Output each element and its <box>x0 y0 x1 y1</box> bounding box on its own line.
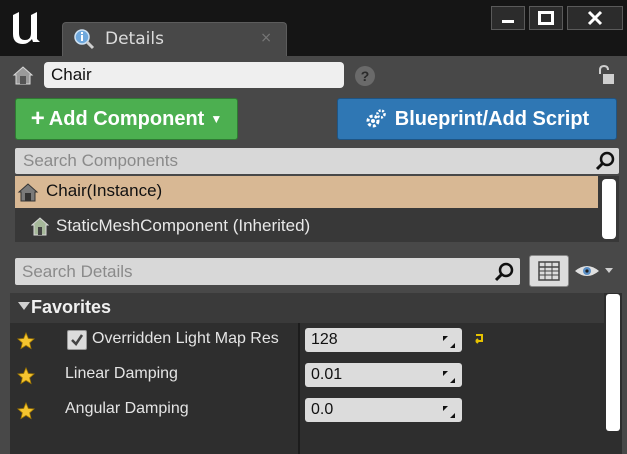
property-label: Overridden Light Map Res <box>92 330 279 347</box>
details-search-input[interactable]: Search Details <box>15 258 520 285</box>
expand-arrow-icon[interactable] <box>18 302 30 310</box>
component-label: StaticMeshComponent (Inherited) <box>56 216 311 235</box>
component-tree-scrollbar[interactable] <box>602 179 616 239</box>
property-value-field[interactable]: 0.01 <box>305 363 462 387</box>
favorite-star-icon[interactable] <box>17 366 35 385</box>
component-label: Chair(Instance) <box>46 181 163 200</box>
component-item-chair-instance[interactable]: Chair(Instance) <box>15 176 598 208</box>
property-label: Angular Damping <box>65 400 189 417</box>
static-mesh-icon <box>30 216 50 236</box>
lock-icon[interactable] <box>596 64 616 86</box>
category-favorites[interactable]: Favorites <box>10 293 604 323</box>
close-icon <box>587 10 603 26</box>
unreal-logo-icon <box>8 8 44 48</box>
chevron-down-icon: ▼ <box>210 112 223 126</box>
help-icon[interactable]: ? <box>355 66 375 86</box>
property-value-field[interactable]: 0.0 <box>305 398 462 422</box>
details-info-icon <box>73 28 95 50</box>
drag-resize-icon[interactable] <box>442 403 456 418</box>
property-row: Linear Damping 0.01 <box>10 359 604 394</box>
property-value: 128 <box>311 331 338 348</box>
actor-icon <box>12 64 34 86</box>
drag-resize-icon[interactable] <box>442 368 456 383</box>
details-search-placeholder: Search Details <box>22 262 133 281</box>
maximize-icon <box>538 11 554 25</box>
plus-icon: + <box>30 105 45 132</box>
blueprint-label: Blueprint/Add Script <box>394 107 590 130</box>
actor-icon <box>17 181 39 203</box>
reset-to-default-icon[interactable] <box>473 331 487 345</box>
title-bar: Details × <box>0 0 627 56</box>
add-component-button[interactable]: + Add Component ▼ <box>15 98 238 140</box>
search-icon[interactable] <box>494 261 516 283</box>
component-item-static-mesh[interactable]: StaticMeshComponent (Inherited) <box>15 210 598 242</box>
property-matrix-button[interactable] <box>529 255 569 287</box>
minimize-button[interactable] <box>491 6 525 30</box>
maximize-button[interactable] <box>529 6 563 30</box>
actor-name-field[interactable]: Chair <box>44 62 344 88</box>
drag-resize-icon[interactable] <box>442 333 456 348</box>
property-value: 0.0 <box>311 401 334 418</box>
tab-close-icon[interactable]: × <box>260 30 272 46</box>
property-value-field[interactable]: 128 <box>305 328 462 352</box>
close-button[interactable] <box>567 6 623 30</box>
details-tab[interactable]: Details × <box>62 22 287 56</box>
add-component-label: Add Component <box>48 107 205 130</box>
details-scrollbar[interactable] <box>606 294 620 431</box>
details-view: Favorites Overridden Light Map Res 128 L… <box>10 293 622 454</box>
override-checkbox[interactable] <box>67 330 87 350</box>
property-label: Linear Damping <box>65 365 178 382</box>
grid-icon <box>538 261 560 281</box>
gear-icon <box>365 108 387 130</box>
component-search-input[interactable]: Search Components <box>15 148 619 174</box>
component-buttons-row: + Add Component ▼ Blueprint/Add Script <box>0 96 627 146</box>
window-controls <box>491 6 623 30</box>
tab-title: Details <box>105 29 164 49</box>
property-row: Angular Damping 0.0 <box>10 394 604 429</box>
checkmark-icon <box>71 334 84 346</box>
category-label: Favorites <box>31 297 112 317</box>
component-search-placeholder: Search Components <box>23 151 178 170</box>
actor-name-row: Chair ? <box>0 56 627 94</box>
blueprint-add-script-button[interactable]: Blueprint/Add Script <box>337 98 617 140</box>
favorite-star-icon[interactable] <box>17 331 35 350</box>
property-row: Overridden Light Map Res 128 <box>10 324 604 359</box>
search-icon[interactable] <box>595 150 617 172</box>
property-value: 0.01 <box>311 366 343 383</box>
view-options-button[interactable] <box>574 260 620 282</box>
eye-icon <box>575 266 613 276</box>
details-panel: Chair ? + Add Component ▼ Blueprint/Add … <box>0 56 627 454</box>
minimize-icon <box>502 20 514 23</box>
favorite-star-icon[interactable] <box>17 401 35 420</box>
component-tree: Chair(Instance) StaticMeshComponent (Inh… <box>15 176 619 242</box>
